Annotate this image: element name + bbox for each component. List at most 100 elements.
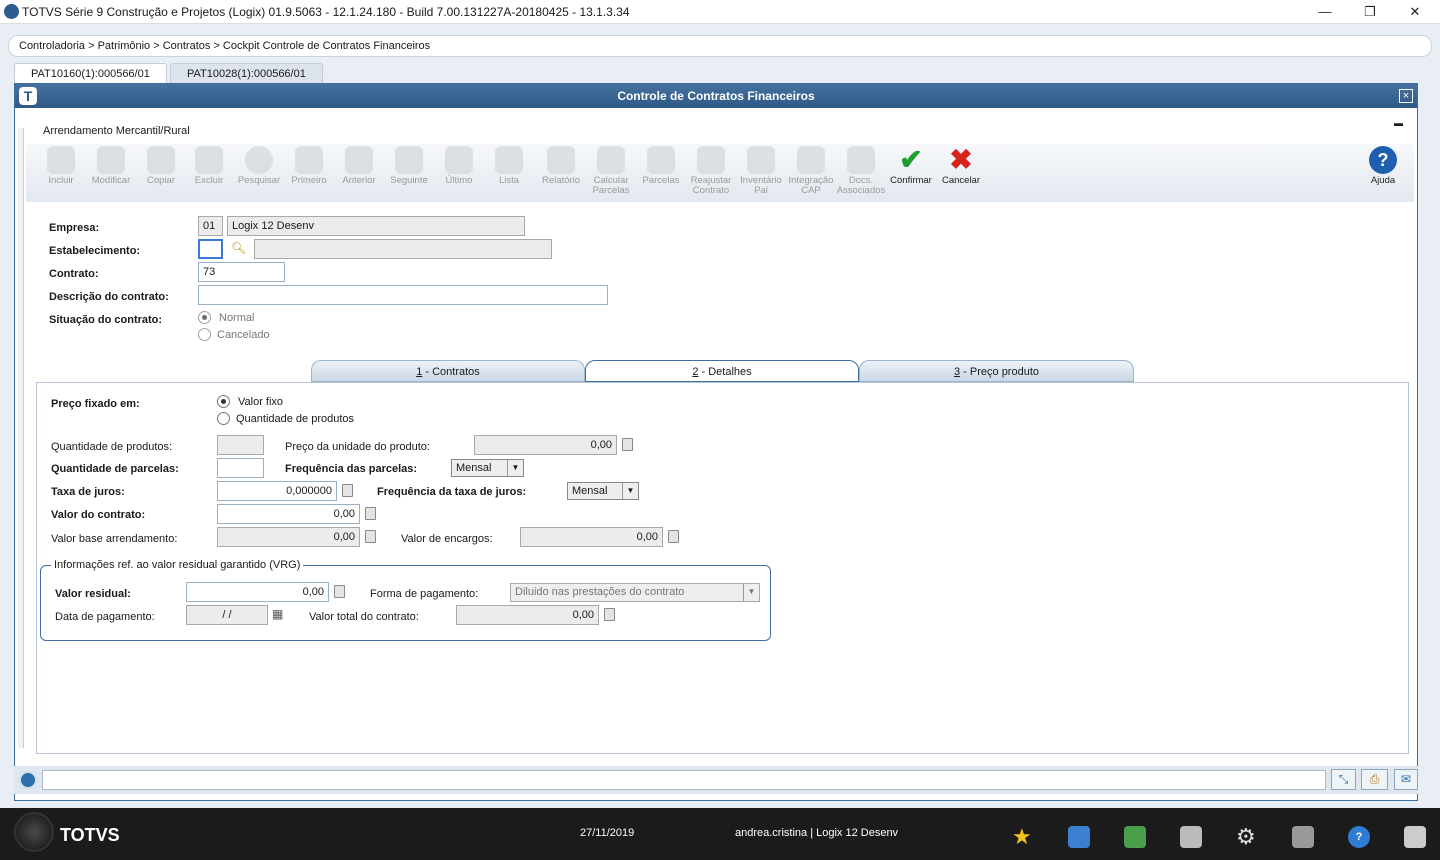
toolbar-parcelas[interactable]: Parcelas xyxy=(636,146,686,186)
frame-header: T Controle de Contratos Financeiros × xyxy=(15,84,1417,108)
calculator-icon[interactable] xyxy=(365,530,376,543)
preco-unidade-field[interactable]: 0,00 xyxy=(474,435,617,455)
estabelecimento-desc-field xyxy=(254,239,552,259)
calculator-icon[interactable] xyxy=(604,608,615,621)
toolbar-integracao-cap[interactable]: Integração CAP xyxy=(786,146,836,196)
toolbar-inventario-pai[interactable]: Inventário Pai xyxy=(736,146,786,196)
doc-tab-pat10160[interactable]: PAT10160(1):000566/01 xyxy=(14,63,167,83)
valor-encargos-field[interactable]: 0,00 xyxy=(520,527,663,547)
status-globe-icon[interactable] xyxy=(19,771,37,789)
left-splitter[interactable] xyxy=(18,128,24,748)
data-pagamento-label: Data de pagamento: xyxy=(55,611,155,623)
percent-icon xyxy=(697,146,725,174)
message-icon[interactable]: ✉ xyxy=(1394,769,1418,790)
totvs-orb-icon[interactable] xyxy=(14,812,54,852)
zoom-search-icon[interactable]: 🔍︎ xyxy=(231,241,246,255)
toolbar-pesquisar[interactable]: Pesquisar xyxy=(234,146,284,186)
toolbar-ajuda[interactable]: ? Ajuda xyxy=(1358,146,1408,186)
data-pagamento-field[interactable]: / / xyxy=(186,605,268,625)
forma-pagamento-label: Forma de pagamento: xyxy=(370,588,479,600)
empresa-name-field: Logix 12 Desenv xyxy=(227,216,525,236)
valor-total-field[interactable]: 0,00 xyxy=(456,605,599,625)
lock-icon[interactable] xyxy=(1404,826,1426,848)
toolbar-relatorio[interactable]: Relatório xyxy=(536,146,586,186)
freq-taxa-label: Frequência da taxa de juros: xyxy=(377,486,527,498)
tab-contratos[interactable]: 1 - Contratos xyxy=(311,360,585,382)
tab-detalhes[interactable]: 2 - Detalhes xyxy=(585,360,859,382)
frame-close-button[interactable]: × xyxy=(1399,89,1413,103)
toolbar-primeiro[interactable]: Primeiro xyxy=(284,146,334,186)
toolbar-anterior[interactable]: Anterior xyxy=(334,146,384,186)
toolbar-cancelar[interactable]: ✖ Cancelar xyxy=(936,146,986,186)
quantidade-produtos-radio[interactable] xyxy=(217,412,230,425)
calculator-icon[interactable] xyxy=(342,484,353,497)
calculator-icon[interactable] xyxy=(365,507,376,520)
toolbar-excluir[interactable]: Excluir xyxy=(184,146,234,186)
toolbar-copiar[interactable]: Copiar xyxy=(136,146,186,186)
valor-total-label: Valor total do contrato: xyxy=(309,611,419,623)
doc-tab-pat10028[interactable]: PAT10028(1):000566/01 xyxy=(170,63,323,83)
calculator-icon[interactable] xyxy=(622,438,633,451)
collapse-panel-button[interactable]: ▬ xyxy=(1394,118,1403,128)
favorites-star-icon[interactable]: ★ xyxy=(1012,826,1034,848)
taxa-juros-field[interactable]: 0,000000 xyxy=(217,481,337,501)
valor-fixo-label: Valor fixo xyxy=(238,396,284,408)
toolbar-reajustar-contrato[interactable]: Reajustar Contrato xyxy=(686,146,736,196)
app-icon xyxy=(4,4,19,19)
freq-parcelas-select[interactable]: Mensal ▼ xyxy=(451,459,524,477)
settings-gear-icon[interactable]: ⚙ xyxy=(1236,826,1258,848)
print-form-icon[interactable]: ⎙ xyxy=(1361,769,1388,790)
situacao-normal-radio[interactable] xyxy=(198,311,211,324)
qtd-parcelas-label: Quantidade de parcelas: xyxy=(51,463,179,475)
contrato-field[interactable]: 73 xyxy=(198,262,285,282)
next-arrow-icon xyxy=(395,146,423,174)
calendar-icon[interactable]: ▦ xyxy=(272,607,283,621)
minimize-button[interactable]: — xyxy=(1302,1,1348,23)
edit-icon xyxy=(97,146,125,174)
qtd-parcelas-field[interactable] xyxy=(217,458,264,478)
tab-preco-produto[interactable]: 3 - Preço produto xyxy=(859,360,1134,382)
printer-icon[interactable] xyxy=(1180,826,1202,848)
cancel-x-icon: ✖ xyxy=(949,144,973,175)
brush-icon[interactable] xyxy=(1068,826,1090,848)
resize-icon[interactable]: ⤡ xyxy=(1331,769,1356,790)
forma-pagamento-select[interactable]: Diluido nas prestações do contrato ▼ xyxy=(510,583,760,602)
restore-button[interactable]: ❐ xyxy=(1347,1,1393,23)
valor-base-field[interactable]: 0,00 xyxy=(217,527,360,547)
documents-icon xyxy=(847,146,875,174)
cube-icon[interactable] xyxy=(1124,826,1146,848)
panel-title: Arrendamento Mercantil/Rural xyxy=(43,125,190,137)
taskbar: TOTVS 27/11/2019 andrea.cristina | Logix… xyxy=(0,808,1440,860)
freq-taxa-select[interactable]: Mensal ▼ xyxy=(567,482,639,500)
help-icon[interactable]: ? xyxy=(1348,826,1370,848)
detail-tabs: 1 - Contratos 2 - Detalhes 3 - Preço pro… xyxy=(311,360,1134,382)
estabelecimento-field[interactable] xyxy=(198,239,223,259)
empresa-code-field[interactable]: 01 xyxy=(198,216,223,236)
chevron-down-icon: ▼ xyxy=(743,584,759,601)
toolbar-seguinte[interactable]: Seguinte xyxy=(384,146,434,186)
qtd-produtos-field[interactable] xyxy=(217,435,264,455)
situacao-normal-label: Normal xyxy=(219,312,255,324)
valor-fixo-radio[interactable] xyxy=(217,395,230,408)
chevron-down-icon: ▼ xyxy=(507,460,523,476)
toolbar-docs-associados[interactable]: Docs. Associados xyxy=(836,146,886,196)
toolbar-incluir[interactable]: Incluir xyxy=(36,146,86,186)
vrg-group: Informações ref. ao valor residual garan… xyxy=(40,559,771,641)
vrg-legend: Informações ref. ao valor residual garan… xyxy=(51,559,304,571)
valor-residual-field[interactable]: 0,00 xyxy=(186,582,329,602)
toolbar-confirmar[interactable]: ✔ Confirmar xyxy=(886,146,936,186)
close-window-button[interactable]: ✕ xyxy=(1392,1,1438,23)
valor-contrato-label: Valor do contrato: xyxy=(51,509,146,521)
toolbar-modificar[interactable]: Modificar xyxy=(86,146,136,186)
descricao-field[interactable] xyxy=(198,285,608,305)
calculator-icon[interactable] xyxy=(668,530,679,543)
toolbar: Incluir Modificar Copiar Excluir Pesquis… xyxy=(26,144,1414,202)
search-icon xyxy=(245,146,273,174)
situacao-cancelado-radio[interactable] xyxy=(198,328,211,341)
toolbar-lista[interactable]: Lista xyxy=(484,146,534,186)
calculator-icon[interactable] xyxy=(334,585,345,598)
toolbar-ultimo[interactable]: Último xyxy=(434,146,484,186)
toolbar-calcular-parcelas[interactable]: Calcular Parcelas xyxy=(586,146,636,196)
valor-contrato-field[interactable]: 0,00 xyxy=(217,504,360,524)
tools-icon[interactable] xyxy=(1292,826,1314,848)
